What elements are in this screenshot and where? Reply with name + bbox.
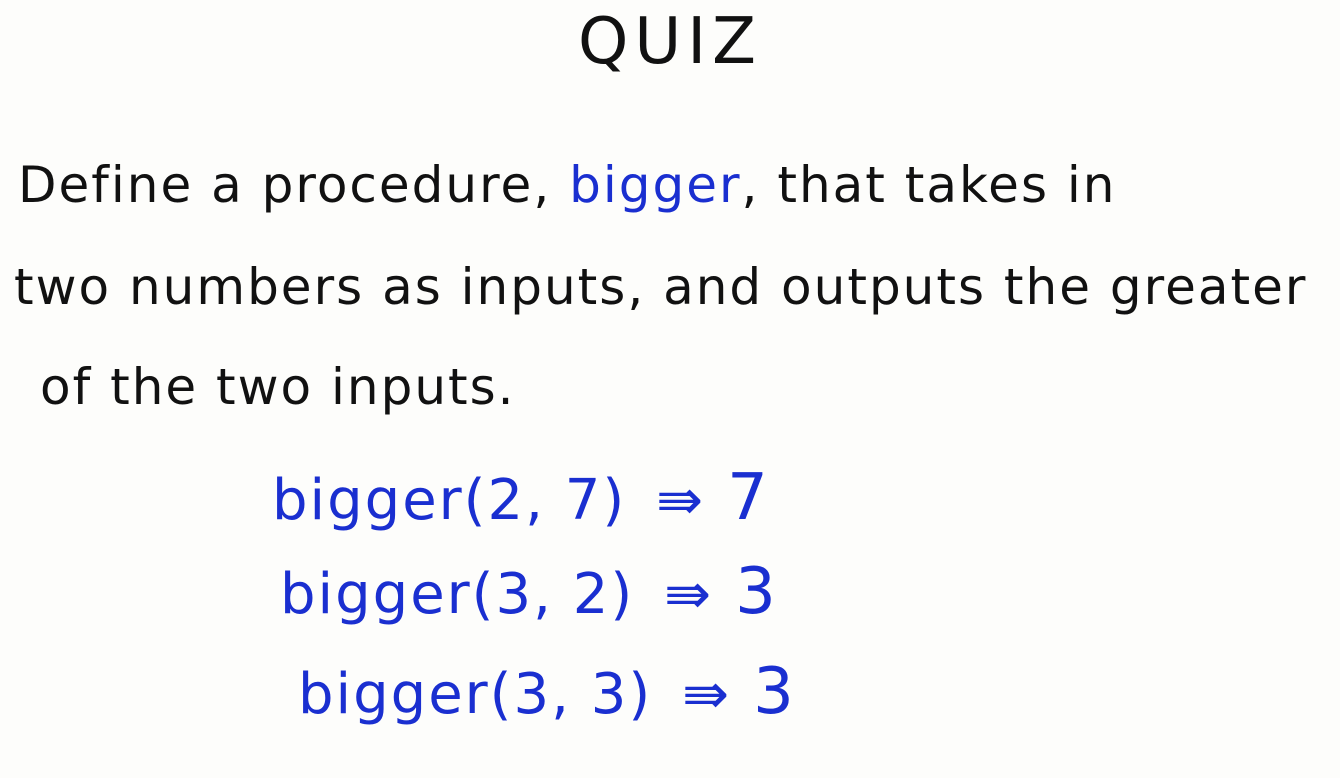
implies-arrow-icon: ⇛ xyxy=(682,662,732,727)
example-call: bigger(2, 7) xyxy=(272,468,627,533)
question-text: , that takes in xyxy=(741,156,1117,214)
quiz-slide: QUIZ Define a procedure, bigger, that ta… xyxy=(0,0,1340,778)
implies-arrow-icon: ⇛ xyxy=(656,468,706,533)
example-result: 3 xyxy=(753,655,796,729)
procedure-name: bigger xyxy=(569,156,742,214)
example-result: 7 xyxy=(727,461,770,535)
quiz-title: QUIZ xyxy=(578,5,762,79)
question-line-1: Define a procedure, bigger, that takes i… xyxy=(18,160,1116,210)
question-line-3: of the two inputs. xyxy=(40,358,516,416)
example-call: bigger(3, 2) xyxy=(280,562,635,627)
example-row: bigger(2, 7) ⇛ 7 xyxy=(272,466,770,530)
example-call: bigger(3, 3) xyxy=(298,662,653,727)
question-text: Define a procedure, xyxy=(18,156,570,214)
example-result: 3 xyxy=(735,555,778,629)
implies-arrow-icon: ⇛ xyxy=(664,562,714,627)
example-row: bigger(3, 2) ⇛ 3 xyxy=(280,560,778,624)
example-row: bigger(3, 3) ⇛ 3 xyxy=(298,660,796,724)
question-line-2: two numbers as inputs, and outputs the g… xyxy=(14,258,1308,316)
